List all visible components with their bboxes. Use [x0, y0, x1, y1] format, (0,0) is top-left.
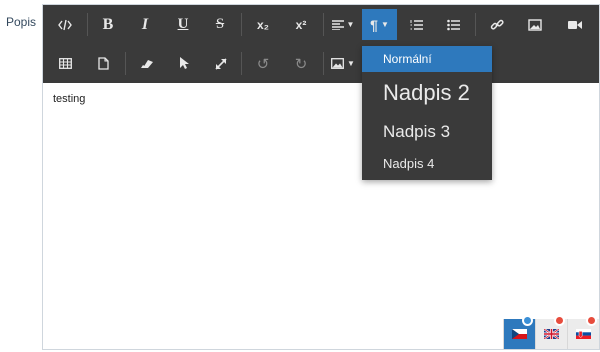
czech-flag-icon	[512, 329, 527, 339]
toolbar-separator	[241, 13, 242, 36]
editor-content[interactable]: testing	[53, 93, 85, 105]
align-dropdown-button[interactable]: ▼	[327, 9, 359, 40]
field-label: Popis	[6, 15, 37, 29]
dropdown-item-normal[interactable]: Normální	[362, 46, 492, 72]
insert-video-button[interactable]	[559, 9, 591, 40]
code-icon	[58, 19, 72, 30]
dropdown-item-heading-2[interactable]: Nadpis 2	[362, 74, 492, 112]
toolbar-separator	[323, 13, 324, 36]
paragraph-format-button[interactable]: ¶ ▼	[362, 9, 397, 40]
insert-table-button[interactable]	[49, 48, 81, 79]
code-view-button[interactable]	[49, 9, 81, 40]
toolbar-separator	[241, 52, 242, 75]
underline-button[interactable]: U	[168, 9, 198, 40]
toolbar-separator	[125, 52, 126, 75]
unordered-list-button[interactable]	[437, 9, 469, 40]
insert-image-button[interactable]	[519, 9, 551, 40]
redo-icon: ↻	[294, 55, 308, 73]
language-cz-button[interactable]	[503, 315, 535, 349]
ordered-list-button[interactable]	[401, 9, 431, 40]
insert-file-button[interactable]	[87, 48, 119, 79]
subscript-icon: x₂	[256, 17, 269, 32]
toolbar-separator	[323, 52, 324, 75]
file-icon	[97, 57, 109, 70]
expand-icon	[215, 57, 227, 70]
language-switcher	[503, 315, 599, 349]
missing-translation-badge	[554, 315, 565, 326]
superscript-icon: x²	[295, 17, 307, 32]
toolbar-separator	[475, 13, 476, 36]
strikethrough-icon: S	[215, 16, 225, 32]
link-icon	[490, 19, 504, 30]
link-button[interactable]	[481, 9, 513, 40]
toolbar-row-1: B I U S x₂ x² ▼ ¶ ▼	[43, 5, 599, 44]
italic-button[interactable]: I	[130, 9, 160, 40]
caret-down-icon: ▼	[346, 20, 355, 29]
undo-button[interactable]: ↺	[247, 48, 279, 79]
video-camera-icon	[568, 20, 582, 29]
uk-flag-icon	[544, 329, 559, 339]
eraser-icon	[141, 59, 153, 68]
redo-button[interactable]: ↻	[285, 48, 317, 79]
strikethrough-button[interactable]: S	[205, 9, 235, 40]
ordered-list-icon	[410, 19, 423, 30]
toolbar-row-2: ↺ ↻ ▼	[43, 44, 599, 83]
align-left-icon	[331, 19, 344, 30]
caret-down-icon: ▼	[347, 59, 355, 68]
missing-translation-badge	[586, 315, 597, 326]
select-element-button[interactable]	[168, 48, 200, 79]
editor-toolbar: B I U S x₂ x² ▼ ¶ ▼ ↺ ↻ ▼	[43, 5, 599, 83]
slovak-flag-icon	[576, 329, 591, 339]
dropdown-item-heading-4[interactable]: Nadpis 4	[362, 150, 492, 178]
image-icon	[331, 58, 344, 69]
clear-formatting-button[interactable]	[131, 48, 163, 79]
dropdown-item-heading-3[interactable]: Nadpis 3	[362, 116, 492, 148]
paragraph-icon: ¶	[370, 16, 378, 33]
underline-icon: U	[177, 16, 189, 32]
cursor-pointer-icon	[180, 57, 189, 69]
heading-format-dropdown: Normální Nadpis 2 Nadpis 3 Nadpis 4	[362, 46, 492, 180]
image-gallery-dropdown-button[interactable]: ▼	[325, 48, 361, 79]
rich-text-editor[interactable]: B I U S x₂ x² ▼ ¶ ▼ ↺ ↻ ▼ testing	[42, 4, 600, 350]
bold-button[interactable]: B	[93, 9, 123, 40]
fullscreen-button[interactable]	[205, 48, 237, 79]
table-icon	[58, 58, 72, 69]
italic-icon: I	[141, 15, 149, 33]
language-sk-button[interactable]	[567, 315, 599, 349]
superscript-button[interactable]: x²	[285, 9, 317, 40]
subscript-button[interactable]: x₂	[247, 9, 279, 40]
image-icon	[528, 18, 542, 31]
bold-icon: B	[102, 15, 114, 33]
undo-icon: ↺	[256, 55, 270, 73]
toolbar-separator	[87, 13, 88, 36]
unordered-list-icon	[446, 19, 460, 30]
caret-down-icon: ▼	[380, 20, 389, 29]
language-en-button[interactable]	[535, 315, 567, 349]
active-language-badge	[522, 315, 533, 326]
